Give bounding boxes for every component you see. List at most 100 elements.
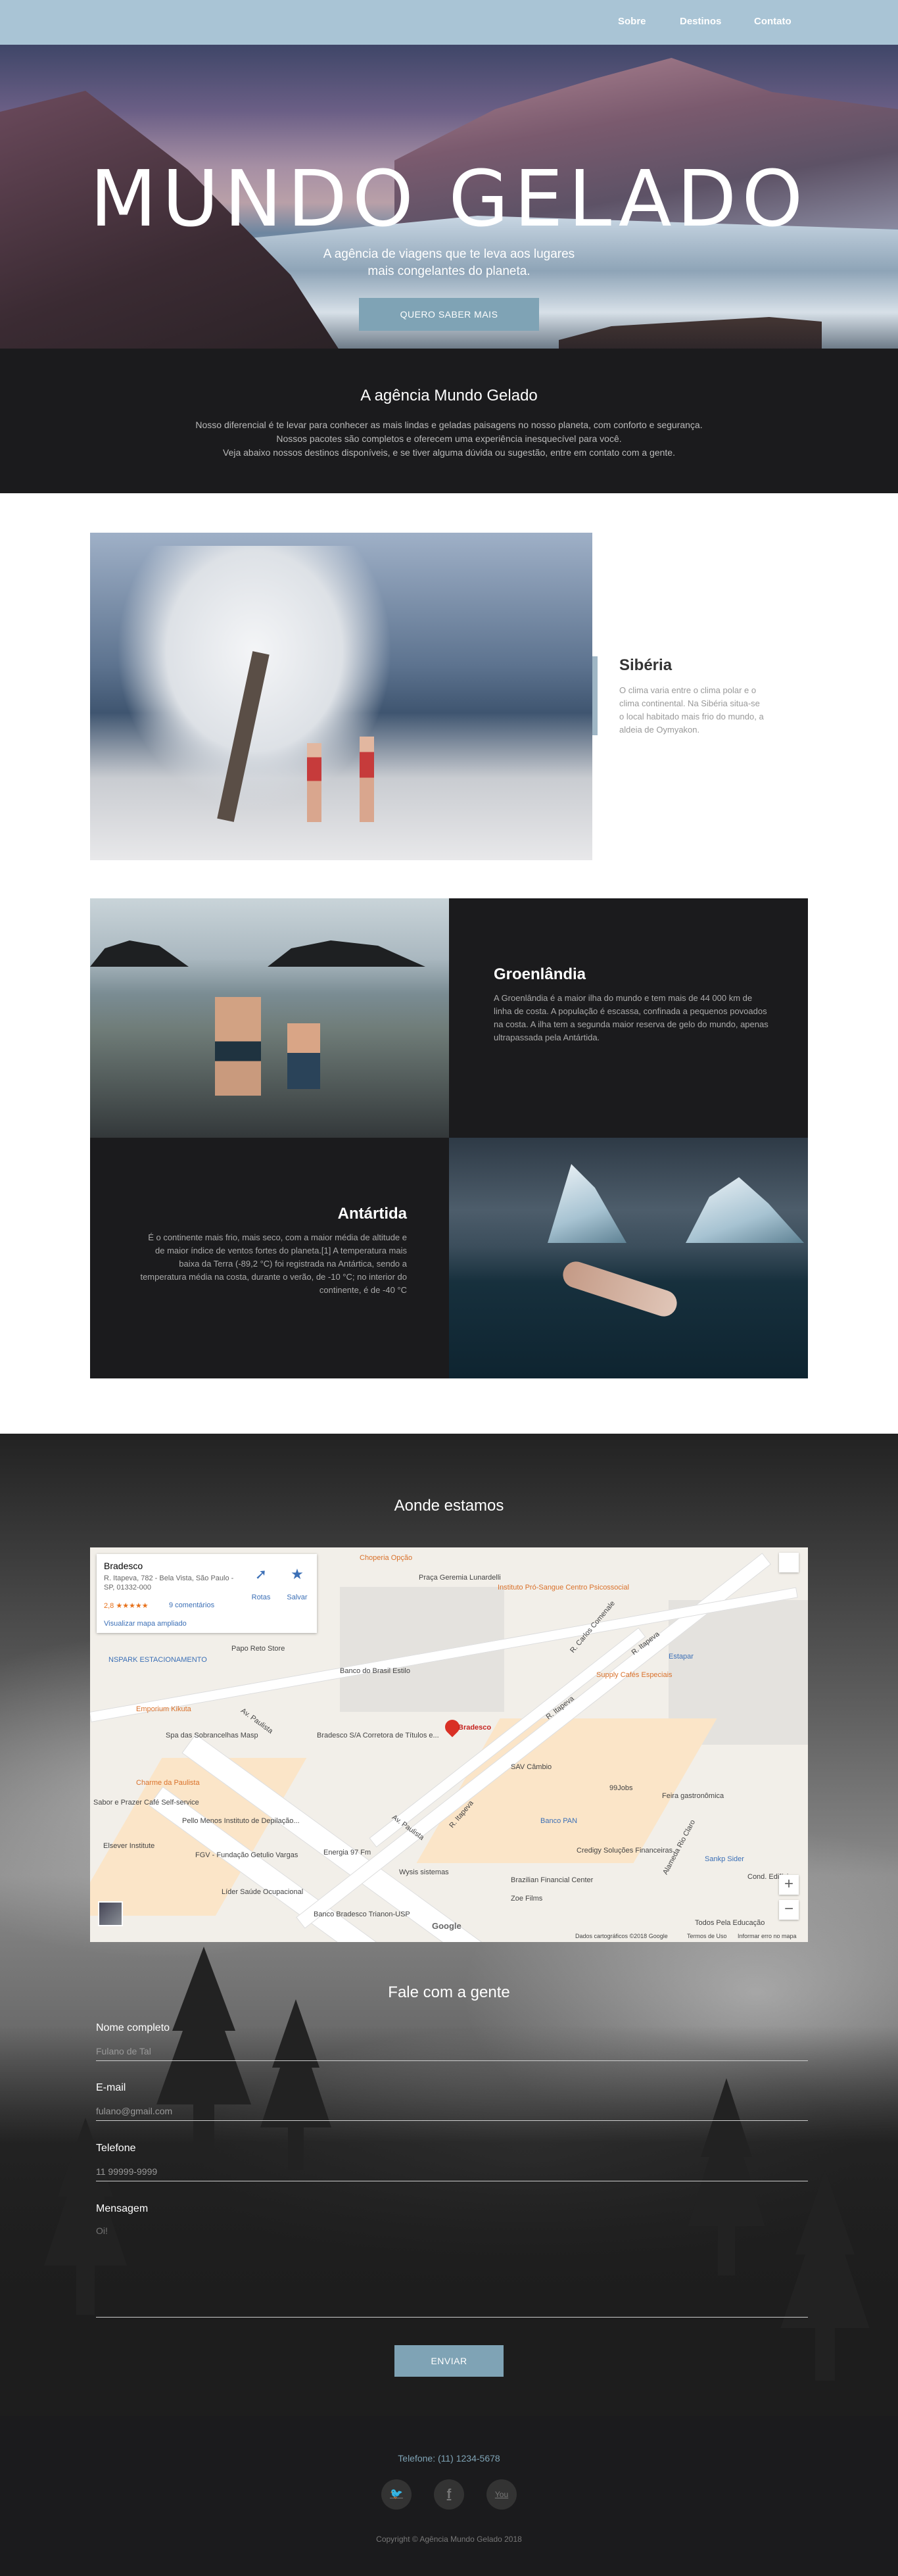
about-title: A agência Mundo Gelado: [360, 387, 538, 404]
map-poi[interactable]: Todos Pela Educação: [695, 1919, 765, 1927]
footer-phone: Telefone: (11) 1234-5678: [398, 2453, 500, 2464]
phone-field[interactable]: [96, 2162, 808, 2181]
about-line2: Nossos pacotes são completos e oferecem …: [276, 433, 622, 444]
greenland-text: A Groenlândia é a maior ilha do mundo e …: [494, 993, 768, 1042]
map-poi[interactable]: Banco PAN: [540, 1817, 577, 1825]
larger-map-link[interactable]: Visualizar mapa ampliado: [104, 1620, 187, 1628]
message-field[interactable]: [96, 2225, 808, 2318]
siberia-image: [90, 533, 592, 860]
zoom-out-button[interactable]: −: [779, 1900, 799, 1920]
youtube-icon[interactable]: You: [486, 2479, 517, 2510]
learn-more-button[interactable]: QUERO SABER MAIS: [359, 298, 539, 331]
name-label: Nome completo: [96, 2022, 170, 2033]
map-poi[interactable]: Instituto Pró-Sangue Centro Psicossocial: [498, 1584, 629, 1592]
map-poi[interactable]: Choperia Opção: [360, 1554, 412, 1562]
siberia-text: O clima varia entre o clima polar e o cl…: [619, 685, 764, 735]
satellite-toggle[interactable]: [98, 1901, 123, 1926]
place-name: Bradesco: [104, 1561, 143, 1571]
about-line1: Nosso diferencial é te levar para conhec…: [195, 420, 703, 430]
map-poi[interactable]: Bradesco S/A Corretora de Títulos e...: [317, 1732, 439, 1739]
swimmer-1: [215, 997, 261, 1096]
about-text: Nosso diferencial é te levar para conhec…: [0, 418, 898, 460]
zoom-in-button[interactable]: +: [779, 1875, 799, 1895]
map-marker-label[interactable]: Bradesco: [458, 1724, 491, 1732]
send-button[interactable]: ENVIAR: [394, 2345, 504, 2377]
map-place-card: Bradesco R. Itapeva, 782 - Bela Vista, S…: [97, 1554, 317, 1633]
name-field[interactable]: [96, 2041, 808, 2061]
map-poi[interactable]: Banco do Brasil Estilo: [340, 1667, 410, 1675]
map-poi[interactable]: Zoe Films: [511, 1895, 542, 1903]
map-poi[interactable]: Estapar: [669, 1653, 694, 1661]
antarctica-title: Antártida: [337, 1205, 407, 1223]
map-poi[interactable]: NSPARK ESTACIONAMENTO: [108, 1656, 207, 1664]
place-reviews-link[interactable]: 9 comentários: [169, 1601, 214, 1609]
map-poi[interactable]: Charme da Paulista: [136, 1779, 200, 1787]
map-terms-link[interactable]: Termos de Uso: [687, 1933, 727, 1939]
swimmer-2: [287, 1023, 320, 1089]
antarctica-text: É o continente mais frio, mais seco, com…: [140, 1232, 407, 1295]
location-title: Aonde estamos: [394, 1497, 504, 1515]
person-2: [360, 737, 374, 822]
map-poi[interactable]: Banco Bradesco Trianon-USP: [314, 1910, 410, 1918]
nav-link-sobre[interactable]: Sobre: [618, 16, 646, 27]
email-label: E-mail: [96, 2082, 126, 2093]
greenland-title: Groenlândia: [494, 965, 586, 983]
phone-label: Telefone: [96, 2143, 136, 2154]
map-poi[interactable]: Energia 97 Fm: [323, 1849, 371, 1857]
fullscreen-icon[interactable]: [779, 1553, 799, 1572]
map-poi[interactable]: SAV Câmbio: [511, 1763, 552, 1771]
map-poi[interactable]: Sabor e Prazer Café Self-service: [93, 1799, 199, 1807]
about-section: A agência Mundo Gelado Nosso diferencial…: [0, 349, 898, 493]
google-logo: Google: [432, 1921, 461, 1931]
swimmer: [559, 1258, 680, 1320]
iceberg-2: [686, 1177, 804, 1243]
save-link[interactable]: Salvar: [281, 1593, 314, 1601]
message-label: Mensagem: [96, 2203, 149, 2214]
top-nav: Sobre Destinos Contato: [0, 0, 898, 45]
map-poi[interactable]: Credigy Soluções Financeiras: [577, 1847, 673, 1855]
map-poi[interactable]: Líder Saúde Ocupacional: [222, 1888, 303, 1896]
copyright: Copyright © Agência Mundo Gelado 2018: [376, 2535, 522, 2544]
island-right: [268, 940, 425, 967]
hero-subtitle-line1: A agência de viagens que te leva aos lug…: [323, 247, 575, 261]
map-poi[interactable]: Pello Menos Instituto de Depilação...: [182, 1817, 300, 1825]
email-field[interactable]: [96, 2101, 808, 2121]
map-poi[interactable]: Praça Geremia Lunardelli: [419, 1574, 501, 1582]
map-poi[interactable]: Elsever Institute: [103, 1842, 154, 1850]
map-poi[interactable]: Spa das Sobrancelhas Masp: [166, 1732, 258, 1739]
footer: Telefone: (11) 1234-5678 🐦 f You Copyrig…: [0, 2416, 898, 2576]
greenland-image: [90, 898, 449, 1138]
map-poi[interactable]: Papo Reto Store: [231, 1645, 285, 1653]
hero-subtitle-line2: mais congelantes do planeta.: [367, 264, 531, 278]
map-report-link[interactable]: Informar erro no mapa: [738, 1933, 797, 1939]
map-poi[interactable]: 99Jobs: [609, 1784, 632, 1792]
google-map[interactable]: Choperia Opção Praça Geremia Lunardelli …: [90, 1547, 808, 1942]
directions-link[interactable]: Rotas: [245, 1593, 277, 1601]
hero-subtitle: A agência de viagens que te leva aos lug…: [0, 246, 898, 280]
map-poi[interactable]: Sankp Sider: [705, 1855, 744, 1863]
antarctica-image: [449, 1138, 808, 1378]
map-poi[interactable]: Brazilian Financial Center: [511, 1876, 593, 1884]
save-star-icon[interactable]: ★: [281, 1566, 314, 1583]
directions-icon[interactable]: ➚: [245, 1566, 277, 1583]
map-data-credit: Dados cartográficos ©2018 Google: [575, 1933, 668, 1939]
map-poi[interactable]: Emporium Kikuta: [136, 1705, 191, 1713]
map-poi[interactable]: Feira gastronômica: [662, 1792, 724, 1800]
place-rating: 2,8 ★★★★★: [104, 1602, 149, 1610]
nav-link-contato[interactable]: Contato: [754, 16, 792, 27]
siberia-title: Sibéria: [619, 656, 673, 674]
map-poi[interactable]: FGV - Fundação Getulio Vargas: [195, 1851, 298, 1859]
facebook-icon[interactable]: f: [434, 2479, 464, 2510]
contact-form-title: Fale com a gente: [388, 1983, 510, 2001]
person-1: [307, 743, 321, 822]
iceberg-1: [548, 1164, 626, 1243]
hero-title: MUNDO GELADO: [89, 153, 809, 244]
twitter-icon[interactable]: 🐦: [381, 2479, 412, 2510]
siberia-accent-bar: [592, 656, 598, 735]
map-poi[interactable]: Supply Cafés Especiais: [596, 1671, 673, 1679]
hero-banner: MUNDO GELADO A agência de viagens que te…: [0, 45, 898, 349]
map-poi[interactable]: Wysis sistemas: [399, 1868, 449, 1876]
island-left: [90, 940, 189, 967]
nav-link-destinos[interactable]: Destinos: [680, 16, 721, 27]
about-line3: Veja abaixo nossos destinos disponíveis,…: [223, 447, 675, 458]
